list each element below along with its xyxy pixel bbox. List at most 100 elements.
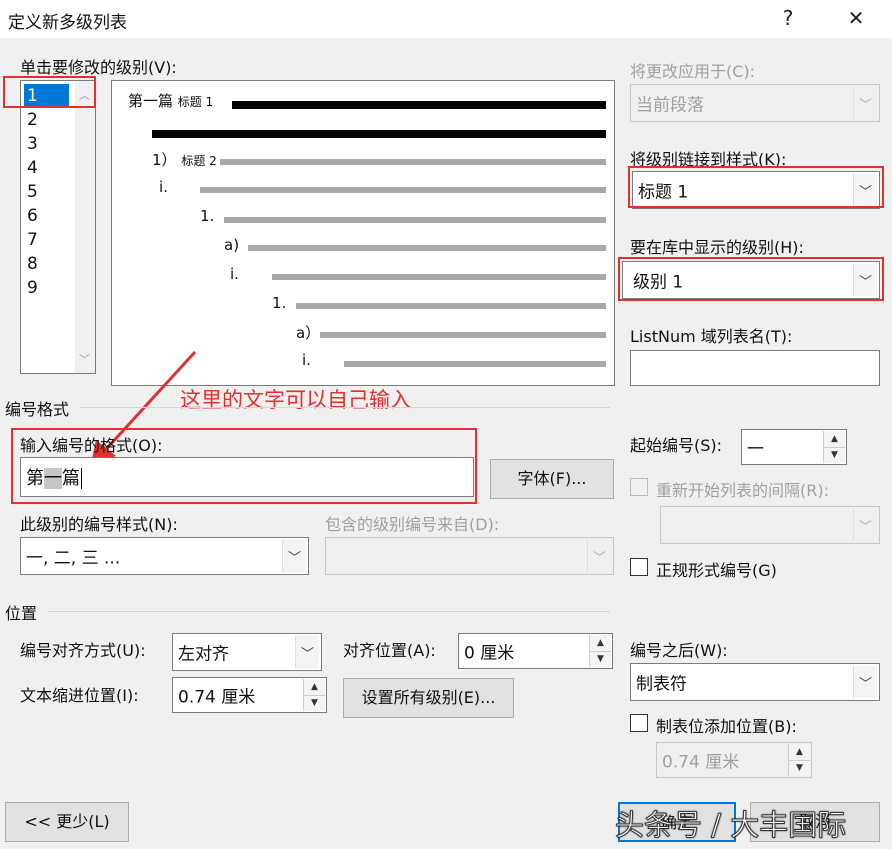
- start-at-input[interactable]: 一 ▲ ▼: [741, 429, 847, 465]
- chevron-down-icon: ﹀: [853, 87, 877, 119]
- chevron-down-icon: ﹀: [853, 509, 877, 541]
- set-all-levels-button[interactable]: 设置所有级别(E)...: [343, 678, 514, 718]
- indent-spinner[interactable]: ▲ ▼: [303, 679, 325, 711]
- level-item[interactable]: 2: [24, 108, 69, 132]
- level-item[interactable]: 4: [24, 156, 69, 180]
- preview-line: [200, 187, 606, 193]
- number-format-group: 编号格式: [5, 400, 70, 419]
- alignment-value: 左对齐: [178, 644, 229, 665]
- highlight-level-box: [3, 76, 96, 108]
- divider: [80, 407, 610, 408]
- annotation-text: 这里的文字可以自己输入: [180, 388, 411, 412]
- indent-input[interactable]: 0.74 厘米 ▲ ▼: [172, 677, 327, 713]
- level-item[interactable]: 5: [24, 180, 69, 204]
- preview-num-2: 1） 标题 2: [152, 151, 217, 169]
- preview-line: [296, 303, 606, 309]
- tab-stop-spinner[interactable]: ▲ ▼: [788, 744, 810, 776]
- spin-up-icon[interactable]: ▲: [788, 744, 810, 761]
- less-button[interactable]: << 更少(L): [5, 802, 129, 842]
- preview-line: [344, 361, 606, 367]
- alignment-label: 编号对齐方式(U):: [20, 641, 146, 660]
- indent-label: 文本缩进位置(I):: [20, 686, 139, 705]
- spin-down-icon[interactable]: ▼: [589, 651, 611, 667]
- include-from-label: 包含的级别编号来自(D):: [325, 515, 500, 534]
- spin-up-icon[interactable]: ▲: [823, 431, 845, 448]
- chevron-down-icon: ﹀: [295, 636, 319, 668]
- preview-num-9: i.: [302, 351, 311, 369]
- preview-num-1: 第一篇 标题 1: [128, 92, 214, 110]
- preview-line: [224, 217, 606, 223]
- spin-up-icon[interactable]: ▲: [303, 679, 325, 696]
- preview-line: [232, 101, 606, 109]
- preview-line: [248, 245, 606, 251]
- preview-num-8: a）: [296, 324, 321, 342]
- tab-stop-input[interactable]: 0.74 厘米 ▲ ▼: [656, 742, 812, 778]
- aligned-at-input[interactable]: 0 厘米 ▲ ▼: [458, 633, 613, 669]
- preview-num-6: i.: [230, 265, 239, 283]
- level-listbox[interactable]: 1 2 3 4 5 6 7 8 9 ︿ ﹀: [20, 80, 96, 374]
- alignment-combo[interactable]: 左对齐 ﹀: [172, 633, 322, 671]
- tab-stop-value: 0.74 厘米: [662, 752, 740, 773]
- level-item[interactable]: 9: [24, 276, 69, 300]
- highlight-gallery-level: [618, 257, 884, 301]
- level-item[interactable]: 3: [24, 132, 69, 156]
- level-list-scrollbar[interactable]: ︿ ﹀: [75, 81, 95, 373]
- window-title: 定义新多级列表: [8, 13, 127, 33]
- restart-checkbox[interactable]: [630, 478, 648, 496]
- close-icon[interactable]: ✕: [838, 6, 874, 32]
- chevron-down-icon: ﹀: [853, 666, 877, 698]
- help-icon[interactable]: ?: [770, 6, 806, 32]
- preview-num-7: 1.: [272, 294, 287, 312]
- start-at-value: 一: [747, 439, 764, 460]
- preview-line: [220, 159, 606, 165]
- legal-style-checkbox[interactable]: [630, 558, 648, 576]
- apply-to-label: 将更改应用于(C):: [630, 62, 756, 81]
- follow-with-value: 制表符: [636, 674, 687, 695]
- aligned-at-value: 0 厘米: [464, 643, 515, 664]
- spin-down-icon[interactable]: ▼: [303, 695, 325, 711]
- spin-down-icon[interactable]: ▼: [788, 760, 810, 776]
- divider: [48, 611, 610, 612]
- aligned-at-spinner[interactable]: ▲ ▼: [589, 635, 611, 667]
- spin-up-icon[interactable]: ▲: [589, 635, 611, 652]
- level-item[interactable]: 8: [24, 252, 69, 276]
- preview-line: [152, 130, 606, 138]
- number-style-label: 此级别的编号样式(N):: [20, 515, 178, 534]
- start-at-label: 起始编号(S):: [630, 436, 723, 455]
- number-style-value: 一, 二, 三 ...: [26, 548, 121, 569]
- preview-num-3: i.: [159, 178, 168, 196]
- highlight-link-style: [628, 166, 884, 208]
- tab-stop-label: 制表位添加位置(B):: [656, 717, 797, 736]
- include-from-combo[interactable]: ﹀: [325, 537, 614, 575]
- indent-value: 0.74 厘米: [178, 687, 256, 708]
- aligned-at-label: 对齐位置(A):: [343, 641, 436, 660]
- start-at-spinner[interactable]: ▲ ▼: [823, 431, 845, 463]
- gallery-level-label: 要在库中显示的级别(H):: [630, 238, 804, 257]
- follow-with-label: 编号之后(W):: [630, 641, 728, 660]
- chevron-down-icon: ﹀: [587, 540, 611, 572]
- tab-stop-checkbox[interactable]: [630, 714, 648, 732]
- chevron-down-icon: ﹀: [282, 540, 306, 572]
- level-item[interactable]: 6: [24, 204, 69, 228]
- preview-line: [272, 274, 606, 280]
- legal-style-label: 正规形式编号(G): [656, 561, 777, 580]
- apply-to-combo[interactable]: 当前段落 ﹀: [630, 84, 880, 122]
- restart-label: 重新开始列表的间隔(R):: [656, 481, 829, 500]
- preview-num-4: 1.: [200, 207, 215, 225]
- follow-with-combo[interactable]: 制表符 ﹀: [630, 663, 880, 701]
- highlight-number-format: [11, 428, 477, 504]
- spin-down-icon[interactable]: ▼: [823, 447, 845, 463]
- font-button[interactable]: 字体(F)...: [490, 459, 614, 499]
- level-list-label: 单击要修改的级别(V):: [20, 58, 177, 77]
- preview-num-5: a): [224, 236, 240, 254]
- position-group: 位置: [5, 604, 38, 623]
- number-style-combo[interactable]: 一, 二, 三 ... ﹀: [20, 537, 309, 575]
- level-item[interactable]: 7: [24, 228, 69, 252]
- restart-combo[interactable]: ﹀: [660, 506, 880, 544]
- preview-line: [320, 332, 606, 338]
- apply-to-value: 当前段落: [636, 95, 704, 116]
- watermark-text: 头条号 / 大丰国际: [614, 808, 847, 843]
- title-bar: [0, 0, 892, 38]
- listnum-input[interactable]: [630, 350, 880, 386]
- listnum-label: ListNum 域列表名(T):: [630, 327, 793, 346]
